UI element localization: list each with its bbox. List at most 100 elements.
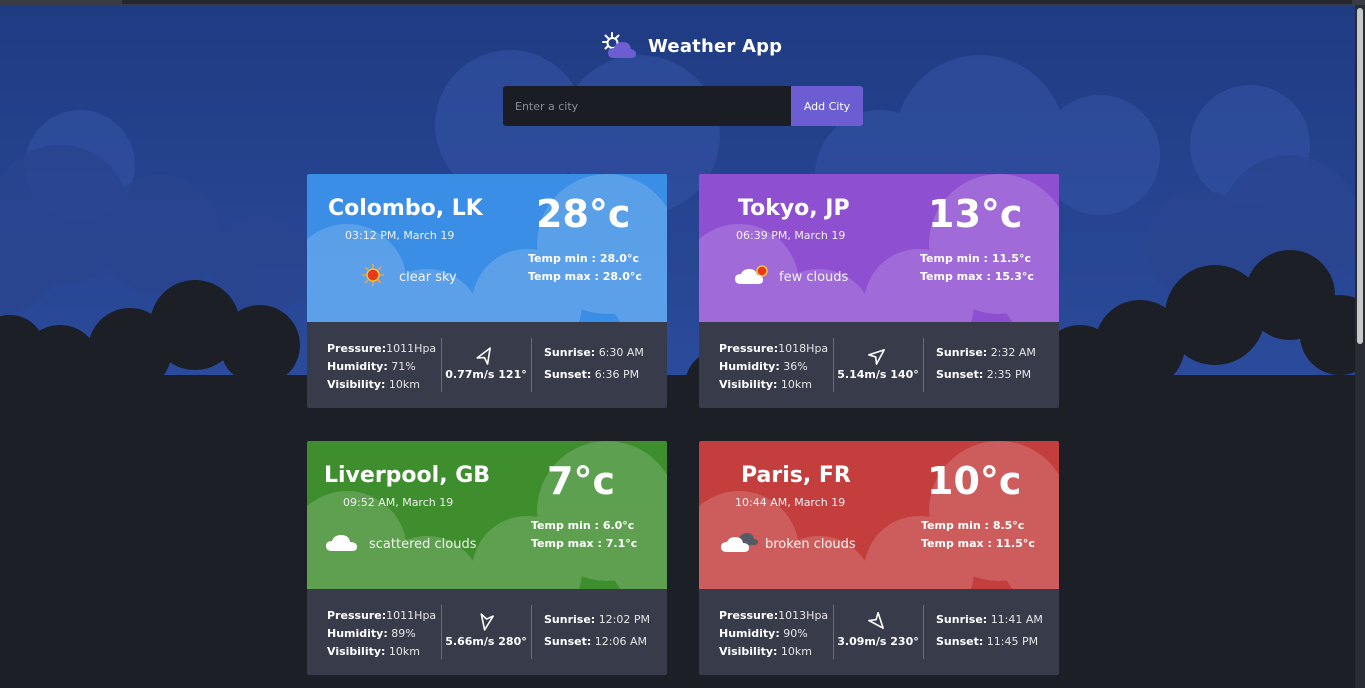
divider bbox=[531, 338, 532, 392]
card-header: Paris, FR 10:44 AM, March 19 broken clouds… bbox=[699, 441, 1059, 589]
wind-info: 0.77m/s 121° bbox=[441, 344, 531, 381]
sunset-row: Sunset: 6:36 PM bbox=[544, 368, 640, 381]
weather-card[interactable]: Paris, FR 10:44 AM, March 19 broken clouds… bbox=[699, 441, 1059, 675]
temp-range: Temp min : 8.5°c Temp max : 11.5°c bbox=[921, 517, 1035, 553]
wind-direction-icon bbox=[476, 347, 491, 365]
condition-text: clear sky bbox=[399, 269, 457, 285]
humidity-row: Humidity: 90% bbox=[719, 627, 808, 640]
weather-logo-icon bbox=[602, 32, 636, 58]
humidity-row: Humidity: 89% bbox=[327, 627, 416, 640]
wind-speed: 5.14m/s 140° bbox=[837, 368, 919, 381]
temp-max: Temp max : 7.1°c bbox=[531, 537, 638, 550]
sunrise-row: Sunrise: 2:32 AM bbox=[936, 346, 1036, 359]
temp-min: Temp min : 6.0°c bbox=[531, 519, 635, 532]
wind-info: 5.14m/s 140° bbox=[833, 344, 923, 381]
wind-info: 5.66m/s 280° bbox=[441, 611, 531, 648]
sun-times: Sunrise: 2:32 AM Sunset: 2:35 PM bbox=[936, 342, 1036, 386]
divider bbox=[923, 338, 924, 392]
visibility-row: Visibility: 10km bbox=[327, 645, 421, 658]
temp-min: Temp min : 8.5°c bbox=[921, 519, 1025, 532]
city-name: Paris, FR bbox=[741, 463, 851, 488]
weather-condition: scattered clouds bbox=[323, 529, 477, 559]
visibility-row: Visibility: 10km bbox=[327, 378, 421, 391]
atmosphere-stats: Pressure:1013Hpa Humidity: 90% Visibility:… bbox=[719, 607, 828, 661]
add-city-button[interactable]: Add City bbox=[791, 86, 863, 126]
current-temperature: 28°c bbox=[536, 192, 631, 236]
cloud-icon bbox=[323, 529, 369, 559]
local-datetime: 09:52 AM, March 19 bbox=[343, 496, 454, 509]
weather-card[interactable]: Tokyo, JP 06:39 PM, March 19 few clouds 13°… bbox=[699, 174, 1059, 408]
wind-direction-icon bbox=[868, 611, 884, 629]
pressure-row: Pressure:1018Hpa bbox=[719, 342, 829, 355]
visibility-row: Visibility: 10km bbox=[719, 378, 813, 391]
local-datetime: 06:39 PM, March 19 bbox=[736, 229, 846, 242]
city-name: Tokyo, JP bbox=[738, 196, 850, 221]
card-header: Liverpool, GB 09:52 AM, March 19 scattered… bbox=[307, 441, 667, 589]
atmosphere-stats: Pressure:1018Hpa Humidity: 36% Visibility:… bbox=[719, 340, 828, 394]
temp-range: Temp min : 6.0°c Temp max : 7.1°c bbox=[531, 517, 637, 553]
sunset-row: Sunset: 12:06 AM bbox=[544, 635, 647, 648]
condition-text: broken clouds bbox=[765, 536, 856, 552]
divider bbox=[531, 605, 532, 659]
local-datetime: 03:12 PM, March 19 bbox=[345, 229, 455, 242]
temp-max: Temp max : 15.3°c bbox=[920, 270, 1034, 283]
sunset-row: Sunset: 2:35 PM bbox=[936, 368, 1032, 381]
wind-direction-icon bbox=[480, 613, 494, 631]
wind-speed: 3.09m/s 230° bbox=[837, 635, 919, 648]
atmosphere-stats: Pressure:1011Hpa Humidity: 89% Visibility:… bbox=[327, 607, 436, 661]
few-clouds-icon bbox=[733, 262, 779, 292]
page-scrollbar[interactable] bbox=[1355, 5, 1365, 688]
city-name: Colombo, LK bbox=[328, 196, 483, 221]
humidity-row: Humidity: 71% bbox=[327, 360, 416, 373]
atmosphere-stats: Pressure:1011Hpa Humidity: 71% Visibility:… bbox=[327, 340, 436, 394]
pressure-row: Pressure:1011Hpa bbox=[327, 609, 437, 622]
condition-text: few clouds bbox=[779, 269, 849, 285]
card-details: Pressure:1011Hpa Humidity: 89% Visibility:… bbox=[307, 589, 667, 675]
weather-condition: broken clouds bbox=[719, 529, 856, 559]
pressure-row: Pressure:1013Hpa bbox=[719, 609, 829, 622]
browser-tab-strip bbox=[122, 0, 1352, 4]
card-header: Tokyo, JP 06:39 PM, March 19 few clouds 13°… bbox=[699, 174, 1059, 322]
weather-card[interactable]: Liverpool, GB 09:52 AM, March 19 scattered… bbox=[307, 441, 667, 675]
sun-times: Sunrise: 6:30 AM Sunset: 6:36 PM bbox=[544, 342, 644, 386]
temp-max: Temp max : 11.5°c bbox=[921, 537, 1035, 550]
current-temperature: 13°c bbox=[928, 192, 1023, 236]
sunset-row: Sunset: 11:45 PM bbox=[936, 635, 1039, 648]
sun-times: Sunrise: 11:41 AM Sunset: 11:45 PM bbox=[936, 609, 1043, 653]
temp-range: Temp min : 11.5°c Temp max : 15.3°c bbox=[920, 250, 1034, 286]
weather-condition: few clouds bbox=[733, 262, 848, 292]
app-header: Weather App bbox=[600, 30, 782, 62]
card-header: Colombo, LK 03:12 PM, March 19 clear sky 28… bbox=[307, 174, 667, 322]
wind-info: 3.09m/s 230° bbox=[833, 611, 923, 648]
search-bar: Add City bbox=[503, 86, 863, 126]
app-title: Weather App bbox=[648, 35, 783, 57]
card-details: Pressure:1011Hpa Humidity: 71% Visibility:… bbox=[307, 322, 667, 408]
temp-max: Temp max : 28.0°c bbox=[528, 270, 642, 283]
current-temperature: 7°c bbox=[547, 459, 615, 503]
sunrise-row: Sunrise: 6:30 AM bbox=[544, 346, 644, 359]
visibility-row: Visibility: 10km bbox=[719, 645, 813, 658]
sun-times: Sunrise: 12:02 PM Sunset: 12:06 AM bbox=[544, 609, 650, 653]
card-details: Pressure:1013Hpa Humidity: 90% Visibility:… bbox=[699, 589, 1059, 675]
temp-range: Temp min : 28.0°c Temp max : 28.0°c bbox=[528, 250, 642, 286]
wind-speed: 5.66m/s 280° bbox=[445, 635, 527, 648]
humidity-row: Humidity: 36% bbox=[719, 360, 808, 373]
local-datetime: 10:44 AM, March 19 bbox=[735, 496, 846, 509]
sun-icon bbox=[353, 262, 399, 292]
city-name: Liverpool, GB bbox=[324, 463, 491, 488]
wind-direction-icon bbox=[867, 349, 885, 365]
city-search-input[interactable] bbox=[503, 86, 791, 126]
weather-card[interactable]: Colombo, LK 03:12 PM, March 19 clear sky 28… bbox=[307, 174, 667, 408]
sunrise-row: Sunrise: 12:02 PM bbox=[544, 613, 651, 626]
temp-min: Temp min : 11.5°c bbox=[920, 252, 1031, 265]
pressure-row: Pressure:1011Hpa bbox=[327, 342, 437, 355]
broken-clouds-icon bbox=[719, 529, 765, 559]
temp-min: Temp min : 28.0°c bbox=[528, 252, 639, 265]
sunrise-row: Sunrise: 11:41 AM bbox=[936, 613, 1043, 626]
divider bbox=[923, 605, 924, 659]
weather-condition: clear sky bbox=[353, 262, 457, 292]
scrollbar-thumb[interactable] bbox=[1357, 8, 1363, 344]
wind-speed: 0.77m/s 121° bbox=[445, 368, 527, 381]
card-details: Pressure:1018Hpa Humidity: 36% Visibility:… bbox=[699, 322, 1059, 408]
current-temperature: 10°c bbox=[927, 459, 1022, 503]
